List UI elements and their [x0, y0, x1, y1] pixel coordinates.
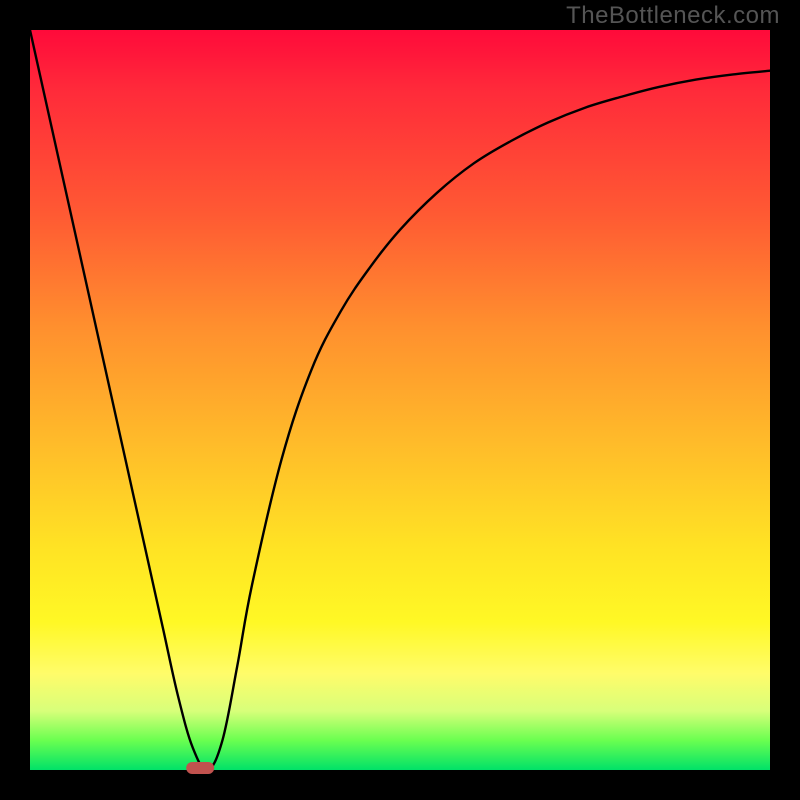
plot-area	[30, 30, 770, 770]
chart-frame: TheBottleneck.com	[0, 0, 800, 800]
optimum-marker	[186, 762, 214, 774]
bottleneck-curve	[30, 30, 770, 770]
curve-svg	[30, 30, 770, 770]
watermark-label: TheBottleneck.com	[566, 2, 780, 30]
